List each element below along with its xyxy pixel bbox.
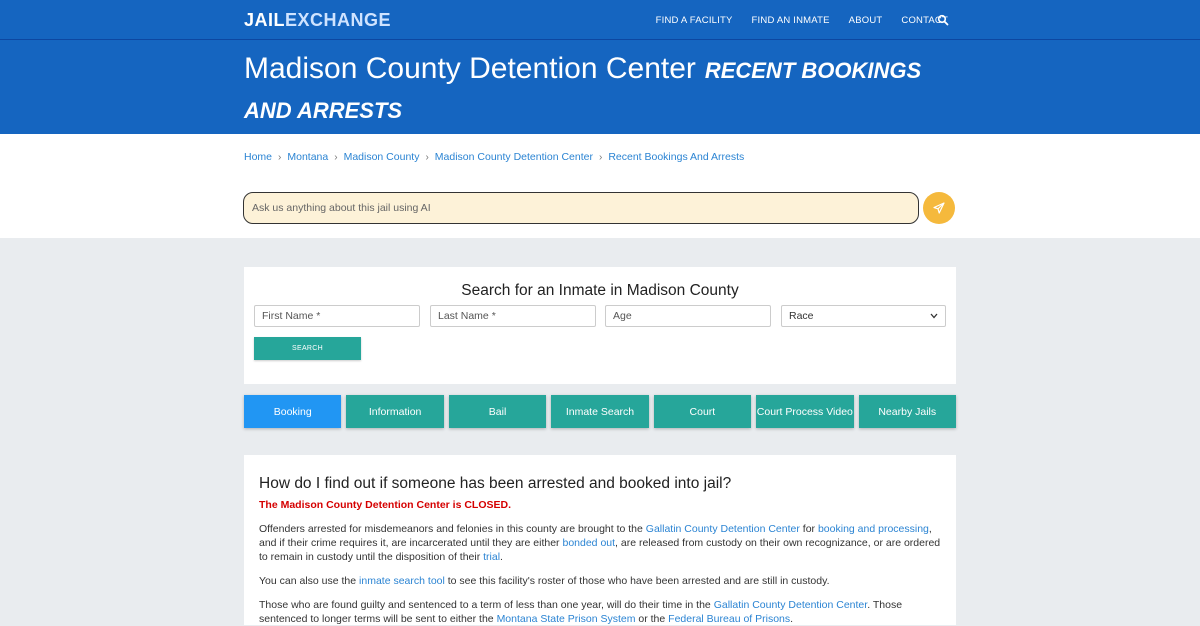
breadcrumb-state[interactable]: Montana (287, 151, 328, 163)
breadcrumb-county[interactable]: Madison County (344, 151, 420, 163)
text: for (799, 523, 818, 535)
send-icon (933, 202, 945, 214)
text: You can also use the (259, 575, 360, 587)
race-select[interactable]: Race (781, 305, 946, 327)
breadcrumb-facility[interactable]: Madison County Detention Center (435, 151, 593, 163)
text: to see this facility's roster of those w… (444, 575, 830, 587)
inmate-search-tool-link[interactable]: inmate search tool (359, 575, 445, 587)
ai-send-button[interactable] (923, 192, 955, 224)
page-title: Madison County Detention Center RECENT B… (244, 49, 964, 129)
text: . (790, 613, 794, 625)
chevron-right-icon: › (334, 151, 338, 163)
ai-question-input[interactable] (243, 192, 919, 224)
tab-information[interactable]: Information (346, 395, 444, 428)
gallatin-detention-link[interactable]: Gallatin County Detention Center (646, 523, 800, 535)
facility-name: Madison County Detention Center (244, 52, 696, 85)
breadcrumb: Home › Montana › Madison County › Madiso… (244, 151, 744, 163)
inmate-search-card: Search for an Inmate in Madison County R… (244, 267, 956, 384)
first-name-input[interactable] (254, 305, 420, 327)
bonded-out-link[interactable]: bonded out (562, 537, 615, 549)
race-select-value: Race (789, 310, 814, 322)
chevron-right-icon: › (598, 151, 603, 163)
trial-link[interactable]: trial (483, 551, 500, 563)
booking-processing-link[interactable]: booking and processing (818, 523, 929, 535)
tab-nearby-jails[interactable]: Nearby Jails (858, 395, 956, 428)
site-logo[interactable]: JAILEXCHANGE (244, 10, 391, 31)
text: Offenders arrested for misdemeanors and … (259, 523, 646, 535)
top-navbar: JAILEXCHANGE FIND A FACILITY FIND AN INM… (0, 0, 1200, 40)
inmate-search-button[interactable]: SEARCH (254, 337, 361, 360)
article-paragraph: Offenders arrested for misdemeanors and … (259, 522, 941, 564)
article-paragraph: Those who are found guilty and sentenced… (259, 598, 941, 626)
breadcrumb-home[interactable]: Home (244, 151, 272, 163)
tab-court-process-video[interactable]: Court Process Video (756, 395, 854, 428)
breadcrumb-current[interactable]: Recent Bookings And Arrests (608, 151, 744, 163)
text: Those who are found guilty and sentenced… (259, 599, 714, 611)
booking-article: How do I find out if someone has been ar… (244, 455, 956, 625)
chevron-right-icon: › (278, 151, 282, 163)
article-paragraph: You can also use the inmate search tool … (259, 574, 941, 588)
inmate-search-title: Search for an Inmate in Madison County (461, 282, 739, 299)
text: . (500, 551, 503, 563)
tab-booking[interactable]: Booking (244, 395, 342, 428)
chevron-right-icon: › (425, 151, 429, 163)
search-icon[interactable] (937, 14, 949, 26)
text: or the (635, 613, 669, 625)
article-heading: How do I find out if someone has been ar… (259, 475, 732, 492)
tab-bail[interactable]: Bail (448, 395, 547, 428)
federal-bureau-link[interactable]: Federal Bureau of Prisons (668, 613, 790, 625)
breadcrumb-section: Home › Montana › Madison County › Madiso… (0, 134, 1200, 238)
chevron-down-icon (930, 313, 938, 319)
tab-court[interactable]: Court (653, 395, 752, 428)
gallatin-detention-link[interactable]: Gallatin County Detention Center (714, 599, 868, 611)
nav-find-facility[interactable]: FIND A FACILITY (656, 15, 733, 26)
tab-inmate-search[interactable]: Inmate Search (551, 395, 649, 428)
last-name-input[interactable] (430, 305, 596, 327)
age-input[interactable] (605, 305, 771, 327)
nav-about[interactable]: ABOUT (849, 15, 883, 26)
montana-prison-link[interactable]: Montana State Prison System (497, 613, 636, 625)
closed-notice: The Madison County Detention Center is C… (259, 499, 512, 511)
hero-banner: Madison County Detention Center RECENT B… (0, 40, 1200, 134)
section-tabs: Booking Information Bail Inmate Search C… (244, 395, 956, 428)
logo-jail: JAIL (244, 10, 286, 30)
nav-links: FIND A FACILITY FIND AN INMATE ABOUT CON… (656, 0, 948, 40)
logo-exchange: EXCHANGE (285, 10, 392, 30)
nav-find-inmate[interactable]: FIND AN INMATE (752, 15, 830, 26)
